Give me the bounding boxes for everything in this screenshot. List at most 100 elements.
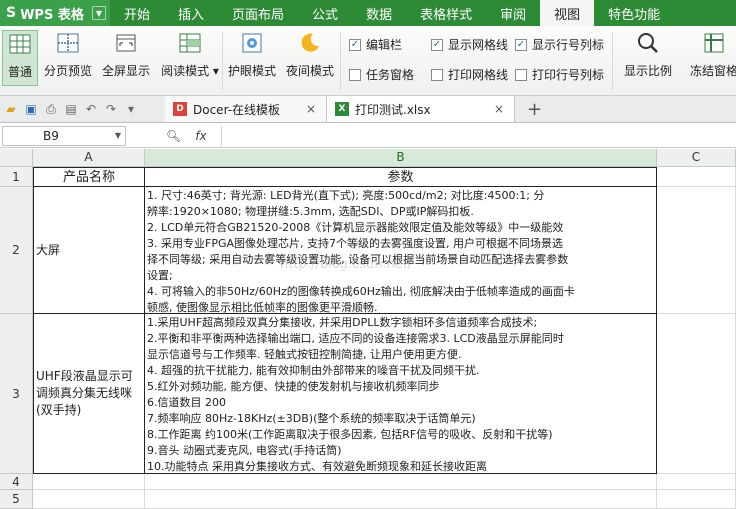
cell-b4[interactable]	[145, 474, 657, 490]
print-gridlines-checkbox[interactable]: 打印网格线	[431, 66, 508, 83]
close-icon[interactable]: ×	[306, 102, 316, 116]
show-gridlines-checkbox[interactable]: ✓ 显示网格线	[431, 36, 508, 53]
save-icon[interactable]: ▣	[24, 102, 38, 116]
cell-b5[interactable]	[145, 490, 657, 509]
checkbox-checked-icon: ✓	[515, 38, 527, 51]
app-name: WPS 表格	[20, 7, 84, 23]
param-line: 顿感, 使图像显示相比低帧率的图像更平滑顺畅.	[147, 301, 378, 314]
row-header-4[interactable]: 4	[0, 474, 33, 490]
menu-tab-review[interactable]: 审阅	[486, 0, 540, 26]
param-line: 3. 采用专业FPGA图像处理芯片, 支持7个等级的去雾强度设置, 用户可根据不…	[147, 237, 563, 250]
row-header-5[interactable]: 5	[0, 490, 33, 509]
row-header-3[interactable]: 3	[0, 314, 33, 474]
row-header-2[interactable]: 2	[0, 187, 33, 314]
wps-logo-icon: S	[6, 5, 17, 21]
night-mode-button[interactable]: 夜间模式	[284, 30, 336, 79]
freeze-panes-button[interactable]: 冻结窗格	[688, 30, 736, 79]
title-bar: S WPS 表格 ▼ 开始 插入 页面布局 公式 数据 表格样式 审阅 视图 特…	[0, 0, 736, 26]
cell-c3[interactable]	[657, 314, 736, 474]
menu-tab-special[interactable]: 特色功能	[594, 0, 674, 26]
customize-toolbar-icon[interactable]: ▾	[124, 102, 138, 116]
checkbox-checked-icon: ✓	[349, 38, 361, 51]
task-pane-checkbox[interactable]: 任务窗格	[349, 66, 414, 83]
checkbox-unchecked-icon	[349, 68, 361, 81]
moon-icon	[297, 30, 323, 56]
full-screen-button[interactable]: 全屏显示	[100, 30, 152, 79]
ribbon-divider	[222, 32, 223, 90]
show-row-col-headers-checkbox[interactable]: ✓ 显示行号列标	[515, 36, 604, 53]
column-header-a[interactable]: A	[33, 149, 145, 167]
function-icon[interactable]: fx	[195, 129, 206, 143]
column-header-c[interactable]: C	[657, 149, 736, 167]
param-line: 9.音头 动圈式麦克风, 电容式(手持话筒)	[147, 444, 342, 457]
menu-tab-home[interactable]: 开始	[110, 0, 164, 26]
zoom-button[interactable]: 显示比例	[620, 30, 676, 79]
cell-a2[interactable]: 大屏	[33, 187, 145, 314]
menu-tab-insert[interactable]: 插入	[164, 0, 218, 26]
cell-b3[interactable]: 1.采用UHF超高频段双真分集接收, 并采用DPLL数字锁相环多信道频率合成技术…	[145, 314, 657, 474]
normal-view-icon	[7, 31, 33, 57]
menu-tab-view[interactable]: 视图	[540, 0, 595, 26]
row-header-1[interactable]: 1	[0, 167, 33, 187]
normal-view-button[interactable]: 普通	[2, 30, 38, 86]
read-mode-button[interactable]: 阅读模式 ▾	[158, 30, 222, 79]
open-folder-icon[interactable]: ▰	[4, 102, 18, 116]
search-icon[interactable]: 🔍︎	[166, 129, 181, 143]
chevron-down-icon[interactable]: ▼	[92, 6, 106, 20]
edit-bar-checkbox[interactable]: ✓ 编辑栏	[349, 36, 402, 53]
cell-b2[interactable]: 1. 尺寸:46英寸; 背光源: LED背光(直下式); 亮度:500cd/m2…	[145, 187, 657, 314]
checkbox-checked-icon: ✓	[431, 38, 443, 51]
menu-tab-page-layout[interactable]: 页面布局	[218, 0, 298, 26]
tab-docer-templates[interactable]: D Docer-在线模板 ×	[165, 96, 327, 122]
new-tab-button[interactable]: +	[515, 99, 542, 120]
cell-c5[interactable]	[657, 490, 736, 509]
print-preview-icon[interactable]: ▤	[64, 102, 78, 116]
tab-print-test-xlsx[interactable]: X 打印测试.xlsx ×	[327, 96, 515, 122]
magnifier-icon	[635, 30, 661, 56]
param-line: 10.功能特点 采用真分集接收方式、有效避免断频现象和延长接收距离	[147, 460, 487, 473]
redo-icon[interactable]: ↷	[104, 102, 118, 116]
param-line: 8.工作距离 约100米(工作距离取决于很多因素, 包括RF信号的吸收、反射和干…	[147, 428, 553, 441]
page-break-preview-button[interactable]: 分页预览	[42, 30, 94, 79]
read-mode-icon	[177, 30, 203, 56]
menu-tab-data[interactable]: 数据	[352, 0, 406, 26]
cell-a5[interactable]	[33, 490, 145, 509]
cell-c4[interactable]	[657, 474, 736, 490]
print-row-col-headers-checkbox[interactable]: 打印行号列标	[515, 66, 604, 83]
cell-a3[interactable]: UHF段液晶显示可调频真分集无线咪(双手持)	[33, 314, 145, 474]
spreadsheet-grid: A B C 1 2 3 4 5 产品名称 参数 大屏 1. 尺寸:46英寸; 背…	[0, 149, 736, 509]
name-box[interactable]: B9 ▼	[2, 125, 126, 146]
param-line: 2.平衡和非平衡两种选择输出端口, 适应不同的设备连接需求3. LCD液晶显示屏…	[147, 332, 564, 345]
docer-icon: D	[173, 102, 187, 116]
row3-param-lines: 1.采用UHF超高频段双真分集接收, 并采用DPLL数字锁相环多信道频率合成技术…	[147, 315, 654, 473]
freeze-panes-icon	[701, 30, 727, 56]
ribbon: 普通 分页预览 全屏显示 阅读模式 ▾ 护眼模式 夜间模式 ✓ 编辑栏 任务窗格…	[0, 26, 736, 96]
param-line: 5.红外对频功能, 能方便、快捷的使发射机与接收机频率同步	[147, 380, 440, 393]
checkbox-unchecked-icon	[431, 68, 443, 81]
param-line: 2. LCD单元符合GB21520-2008《计算机显示器能效限定值及能效等级》…	[147, 221, 564, 234]
quick-access-toolbar: ▰ ▣ ⎙ ▤ ↶ ↷ ▾	[0, 102, 165, 117]
column-header-b[interactable]: B	[145, 149, 657, 167]
cell-c2[interactable]	[657, 187, 736, 314]
app-menu-button[interactable]: S WPS 表格 ▼	[0, 0, 110, 26]
close-icon[interactable]: ×	[494, 102, 504, 116]
param-line: 4. 可将输入的非50Hz/60Hz的图像转换成60Hz输出, 彻底解决由于低帧…	[147, 285, 575, 298]
param-line: 1.采用UHF超高频段双真分集接收, 并采用DPLL数字锁相环多信道频率合成技术…	[147, 316, 538, 329]
full-screen-icon	[113, 30, 139, 56]
menu-tab-formulas[interactable]: 公式	[298, 0, 352, 26]
page-break-icon	[55, 30, 81, 56]
chevron-down-icon[interactable]: ▾	[213, 64, 219, 78]
menu-tab-table-style[interactable]: 表格样式	[406, 0, 486, 26]
eye-care-mode-button[interactable]: 护眼模式	[226, 30, 278, 79]
cell-a4[interactable]	[33, 474, 145, 490]
cell-c1[interactable]	[657, 167, 736, 187]
undo-icon[interactable]: ↶	[84, 102, 98, 116]
print-icon[interactable]: ⎙	[44, 102, 58, 117]
select-all-corner[interactable]	[0, 149, 33, 167]
cell-a1[interactable]: 产品名称	[33, 167, 145, 187]
row2-param-lines: 1. 尺寸:46英寸; 背光源: LED背光(直下式); 亮度:500cd/m2…	[147, 188, 654, 314]
param-line: 6.信道数目 200	[147, 396, 226, 409]
formula-input[interactable]	[220, 125, 736, 146]
chevron-down-icon[interactable]: ▼	[115, 131, 121, 140]
cell-b1[interactable]: 参数	[145, 167, 657, 187]
